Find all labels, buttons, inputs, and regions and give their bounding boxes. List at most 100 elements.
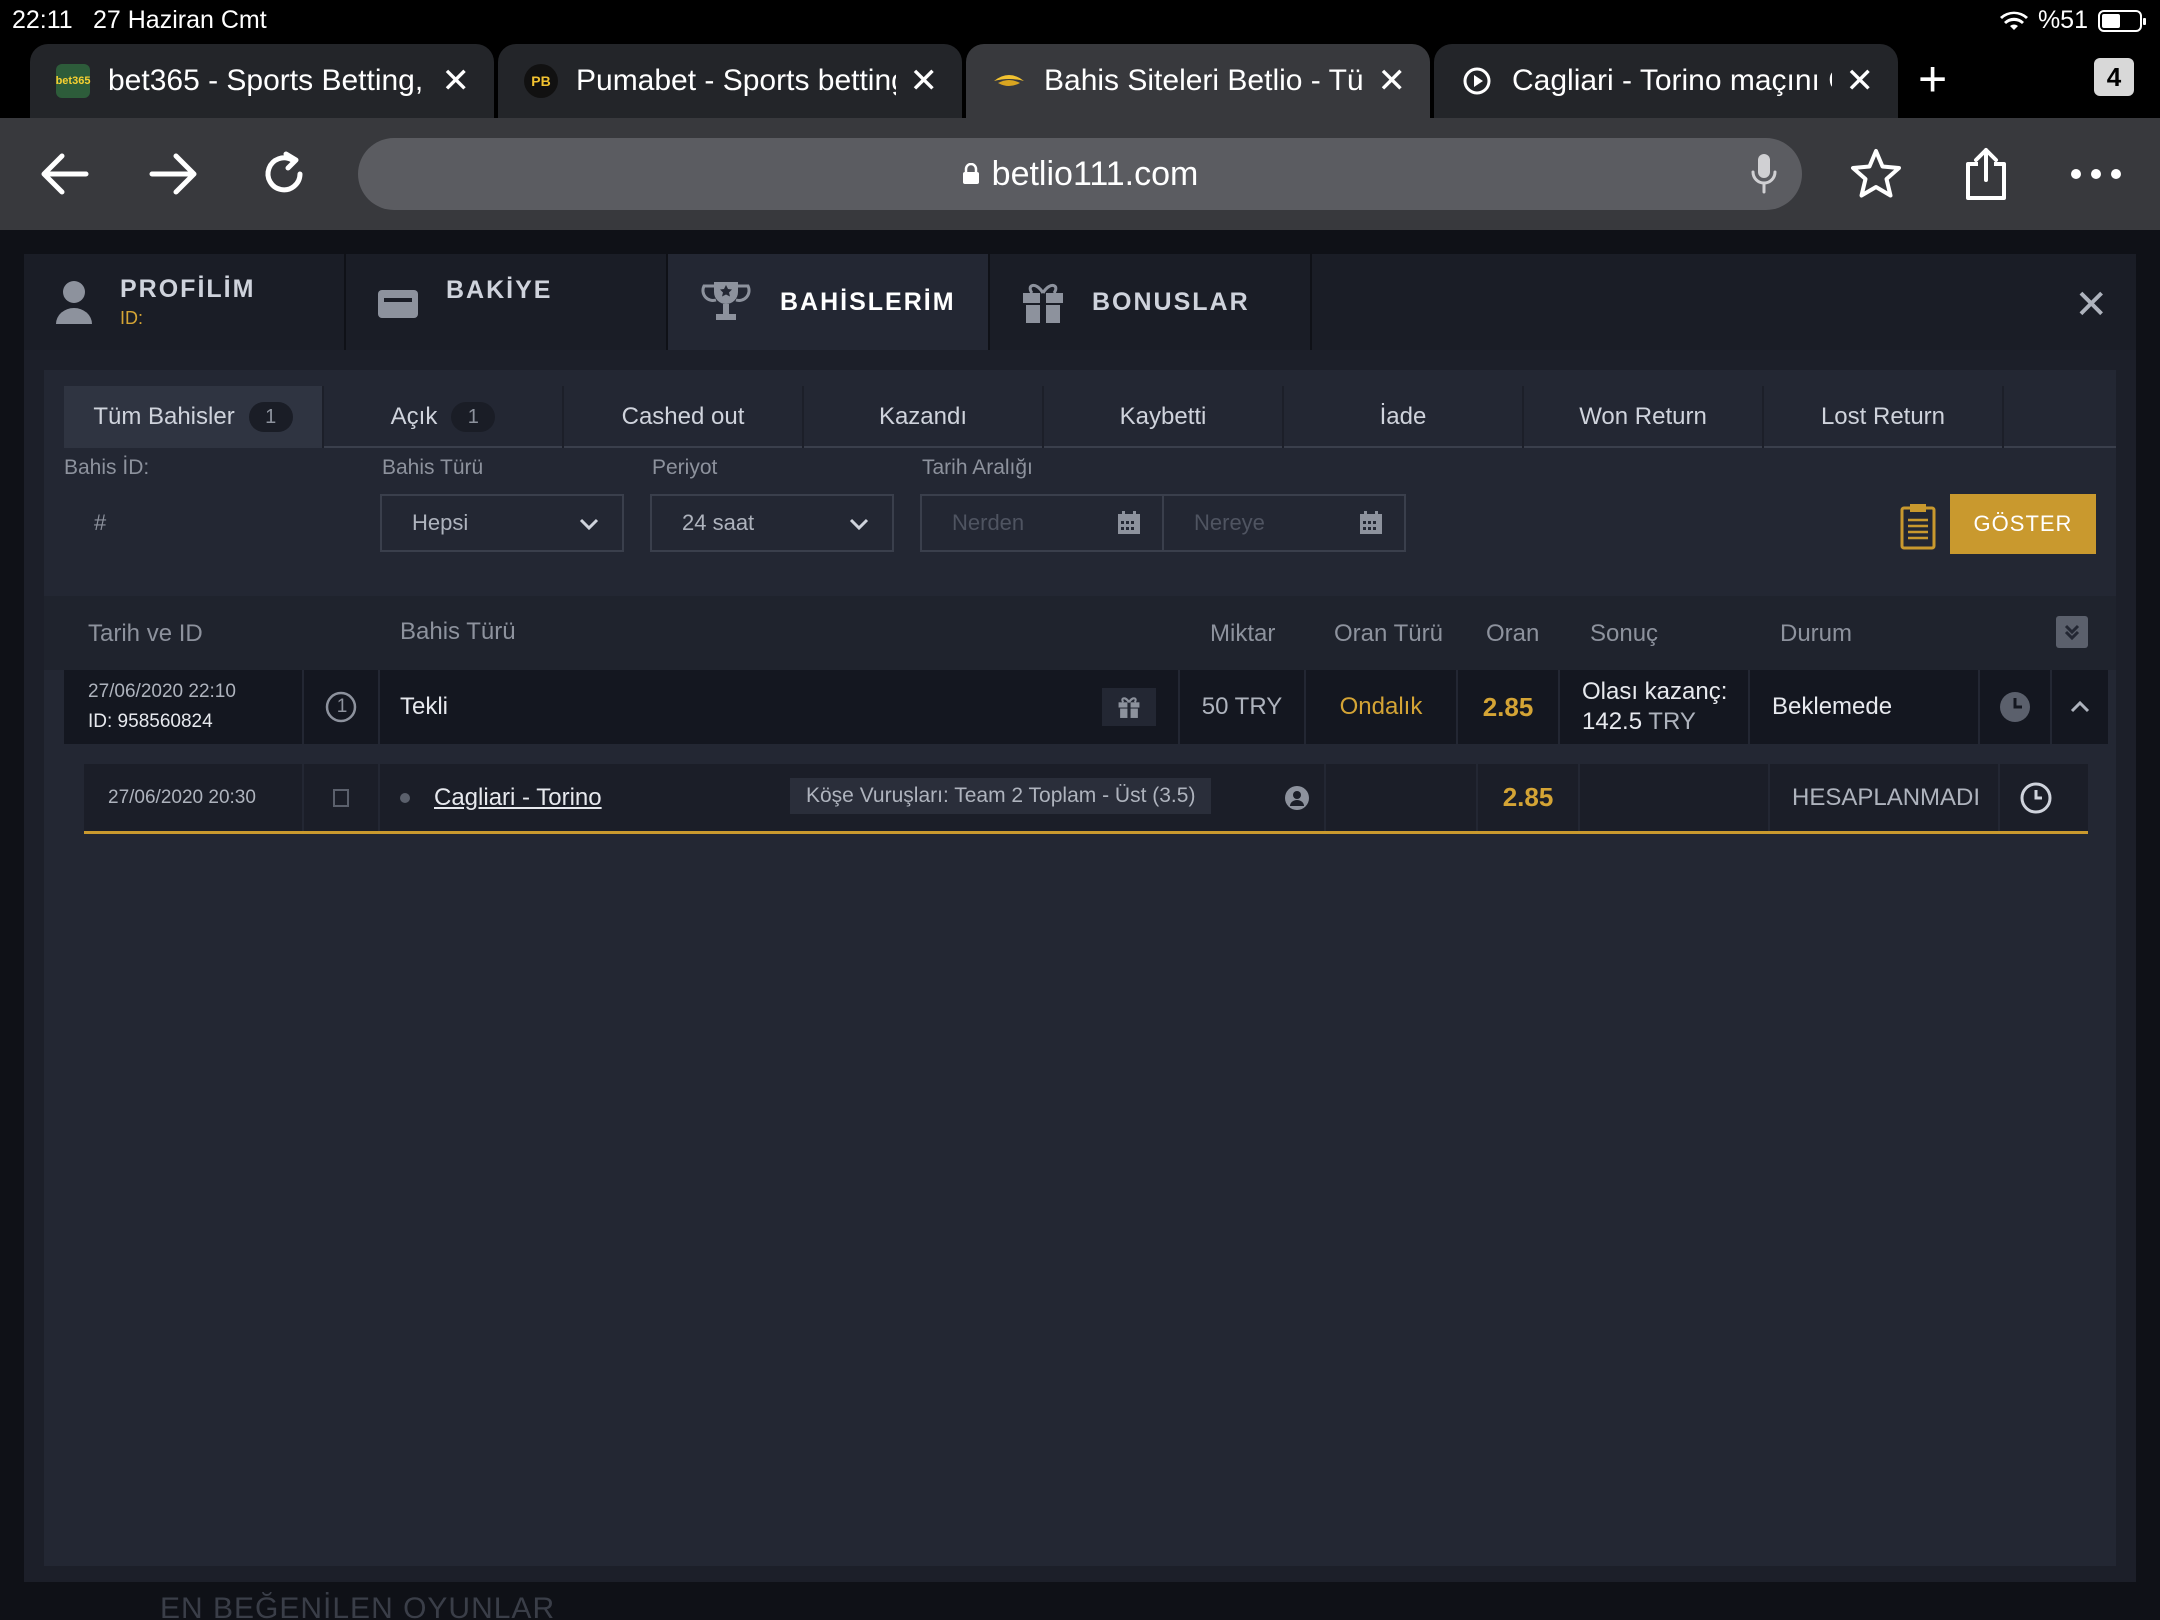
col-odds-type: Oran Türü: [1334, 620, 1443, 647]
bet-status: Beklemede: [1750, 670, 1980, 744]
filter-tab-label: Lost Return: [1820, 403, 1946, 430]
close-tab-icon[interactable]: ✕: [1378, 61, 1407, 101]
clock-outline-icon: [2000, 764, 2072, 831]
date-from-input[interactable]: Nerden: [920, 494, 1164, 552]
filter-tab-refund[interactable]: İade: [1284, 386, 1524, 448]
calendar-icon[interactable]: [1358, 510, 1384, 542]
new-tab-plus-icon[interactable]: +: [1918, 50, 1947, 108]
browser-tab-title: Cagliari - Torino maçını Ca: [1512, 64, 1832, 97]
pumabet-favicon: PB: [524, 64, 558, 98]
bet-filter-tabs: Tüm Bahisler 1 Açık 1 Cashed out Kazandı K…: [64, 386, 2116, 448]
filter-tab-label: Won Return: [1579, 403, 1707, 430]
bet-id-label: Bahis İD:: [64, 456, 150, 479]
table-header: Tarih ve ID Bahis Türü Miktar Oran Türü …: [44, 596, 2116, 670]
bet-id-input[interactable]: #: [94, 510, 106, 536]
play-favicon: [1460, 64, 1494, 98]
bet-odds-type: Ondalık: [1306, 670, 1458, 744]
filter-tab-won-return[interactable]: Won Return: [1524, 386, 1764, 448]
lock-icon: [962, 155, 980, 194]
bonus-gift-icon[interactable]: [1102, 688, 1156, 726]
bet-selection-count: 1: [304, 670, 380, 744]
tab-balance-label: BAKİYE: [446, 276, 553, 304]
browser-tab-bet365[interactable]: bet365 bet365 - Sports Betting, ✕: [30, 44, 494, 118]
period-select[interactable]: 24 saat: [650, 494, 894, 552]
tab-profile[interactable]: PROFİLİM ID:: [24, 254, 346, 350]
date-from-placeholder: Nerden: [952, 510, 1025, 535]
wifi-icon: [1999, 11, 2028, 30]
selection-market: Köşe Vuruşları: Team 2 Toplam - Üst (3.5…: [790, 778, 1212, 814]
battery-icon: [2098, 9, 2146, 32]
col-result: Sonuç: [1590, 620, 1659, 647]
browser-tab-title: bet365 - Sports Betting,: [108, 64, 424, 97]
filter-tab-cashed-out[interactable]: Cashed out: [564, 386, 804, 448]
live-info-icon[interactable]: [1270, 764, 1326, 831]
potential-win-label: Olası kazanç:: [1582, 678, 1728, 705]
selection-result-empty: [1580, 764, 1770, 831]
filter-tab-open[interactable]: Açık 1: [324, 386, 564, 448]
url-bar[interactable]: betlio111.com: [358, 138, 1802, 210]
gift-icon: [1020, 279, 1066, 325]
more-options-icon[interactable]: [2068, 146, 2124, 202]
match-link[interactable]: Cagliari - Torino: [434, 784, 602, 812]
status-date: 27 Haziran Cmt: [93, 6, 267, 34]
share-icon[interactable]: [1958, 146, 2014, 202]
collapse-all-button[interactable]: [2056, 616, 2088, 648]
bet-type-label: Bahis Türü: [382, 456, 484, 479]
filter-tab-won[interactable]: Kazandı: [804, 386, 1044, 448]
filter-tab-label: Cashed out: [621, 403, 745, 430]
col-date-id: Tarih ve ID: [88, 620, 203, 647]
expand-collapse-button[interactable]: [2052, 670, 2108, 744]
show-button[interactable]: GÖSTER: [1950, 494, 2096, 554]
filter-tab-label: Açık: [390, 403, 438, 430]
tab-count-badge[interactable]: 4: [2094, 58, 2134, 96]
bet-type: Tekli: [400, 693, 449, 720]
tab-bonuses[interactable]: BONUSLAR: [990, 254, 1312, 350]
col-bet-type: Bahis Türü: [400, 618, 516, 645]
bet-type-select[interactable]: Hepsi: [380, 494, 624, 552]
bet365-favicon: bet365: [56, 64, 90, 98]
wallet-icon: [376, 286, 420, 320]
col-odds: Oran: [1486, 620, 1540, 647]
date-to-input[interactable]: Nereye: [1162, 494, 1406, 552]
selection-checkbox[interactable]: [304, 764, 380, 831]
tab-balance[interactable]: BAKİYE: [346, 254, 668, 350]
close-tab-icon[interactable]: ✕: [442, 61, 471, 101]
bookmark-star-icon[interactable]: [1848, 146, 1904, 202]
clock-icon: [1980, 670, 2052, 744]
betlio-favicon: [992, 64, 1026, 98]
selection-odds-type-empty: [1326, 764, 1478, 831]
filter-tab-label: Kaybetti: [1119, 403, 1207, 430]
filter-tab-lost[interactable]: Kaybetti: [1044, 386, 1284, 448]
calendar-icon[interactable]: [1116, 510, 1142, 542]
battery-percent: %51: [2037, 6, 2088, 34]
selection-status: HESAPLANMADI: [1770, 764, 2000, 831]
microphone-icon[interactable]: [1750, 152, 1778, 205]
bet-amount: 50 TRY: [1180, 670, 1306, 744]
clipboard-icon[interactable]: [1900, 502, 1936, 555]
tab-profile-label: PROFİLİM: [120, 275, 256, 303]
filter-tab-lost-return[interactable]: Lost Return: [1764, 386, 2004, 448]
selection-row: 27/06/2020 20:30 Cagliari - Torino Köşe …: [84, 764, 2088, 834]
browser-toolbar: betlio111.com: [0, 118, 2160, 230]
bet-result-cell: Olası kazanç: 142.5 TRY: [1560, 670, 1750, 744]
filter-count-badge: 1: [248, 402, 293, 432]
close-modal-icon[interactable]: ✕: [2074, 282, 2108, 328]
tab-my-bets[interactable]: BAHİSLERİM: [668, 254, 990, 350]
bet-row[interactable]: 27/06/2020 22:10 ID: 958560824 1 Tekli 50…: [64, 670, 2108, 744]
browser-tab-pumabet[interactable]: PB Pumabet - Sports betting ✕: [498, 44, 962, 118]
filter-count-badge: 1: [451, 402, 496, 432]
close-tab-icon[interactable]: ✕: [1846, 61, 1875, 101]
browser-tab-title: Bahis Siteleri Betlio - Türk: [1044, 64, 1364, 97]
tab-profile-text: PROFİLİM ID:: [120, 275, 255, 329]
bet-date-cell: 27/06/2020 22:10 ID: 958560824: [64, 670, 304, 744]
browser-tab-cagliari[interactable]: Cagliari - Torino maçını Ca ✕: [1434, 44, 1898, 118]
browser-tab-betlio[interactable]: Bahis Siteleri Betlio - Türk ✕: [966, 44, 1430, 118]
date-to-placeholder: Nereye: [1194, 510, 1265, 535]
back-arrow-icon[interactable]: [36, 146, 92, 202]
filter-tab-all[interactable]: Tüm Bahisler 1: [64, 386, 324, 448]
close-tab-icon[interactable]: ✕: [910, 61, 939, 101]
selection-date: 27/06/2020 20:30: [84, 764, 304, 831]
reload-icon[interactable]: [256, 146, 312, 202]
forward-arrow-icon[interactable]: [146, 146, 202, 202]
filter-tab-label: Kazandı: [878, 403, 968, 430]
